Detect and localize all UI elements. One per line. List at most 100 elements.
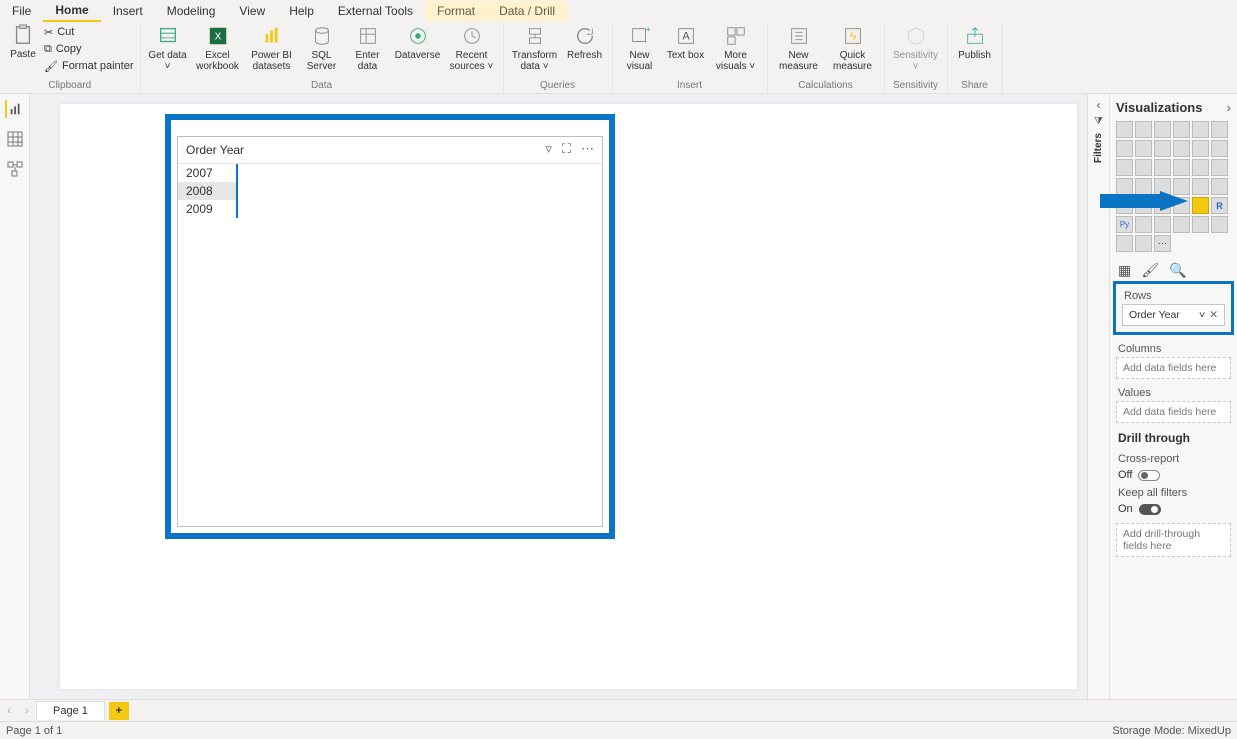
tab-home[interactable]: Home	[43, 0, 100, 22]
rows-field-chip[interactable]: Order Year ˅ ✕	[1122, 304, 1225, 326]
viz-ribbon[interactable]	[1211, 140, 1228, 157]
viz-clustered-column[interactable]	[1173, 121, 1190, 138]
keep-filters-toggle[interactable]	[1139, 504, 1161, 515]
remove-field-icon[interactable]: ✕	[1209, 309, 1218, 321]
tab-external-tools[interactable]: External Tools	[326, 1, 425, 21]
tab-view[interactable]: View	[227, 1, 277, 21]
viz-azure-map[interactable]	[1173, 178, 1190, 195]
viz-treemap[interactable]	[1211, 159, 1228, 176]
get-data-button[interactable]: Get data ˅	[147, 24, 189, 72]
sql-button[interactable]: SQL Server	[301, 24, 343, 72]
values-well[interactable]: Add data fields here	[1116, 401, 1231, 423]
paste-icon[interactable]	[12, 24, 34, 49]
viz-key-influencers[interactable]	[1135, 216, 1152, 233]
tab-format[interactable]: Format	[425, 1, 487, 21]
tab-insert[interactable]: Insert	[101, 1, 155, 21]
cut-button[interactable]: ✂Cut	[44, 24, 134, 40]
viz-line-clustered[interactable]	[1192, 140, 1209, 157]
viz-qna[interactable]	[1173, 216, 1190, 233]
excel-button[interactable]: XExcel workbook	[193, 24, 243, 72]
viz-line-stacked[interactable]	[1173, 140, 1190, 157]
viz-paginated[interactable]	[1211, 216, 1228, 233]
viz-pane-expand-icon[interactable]: ›	[1227, 100, 1231, 115]
new-visual-button[interactable]: +New visual	[619, 24, 661, 72]
viz-smart-narrative[interactable]	[1192, 216, 1209, 233]
matrix-visual-selected[interactable]: ▿ ⛶ ⋯ Order Year 2007 2008 2009	[165, 114, 615, 539]
data-view-button[interactable]	[6, 130, 24, 148]
viz-power-apps[interactable]	[1116, 235, 1133, 252]
copy-button[interactable]: ⧉Copy	[44, 41, 134, 57]
text-box-icon: A	[674, 24, 698, 48]
tab-help[interactable]: Help	[277, 1, 326, 21]
viz-stacked-area[interactable]	[1154, 140, 1171, 157]
report-view-button[interactable]	[5, 100, 23, 118]
add-page-button[interactable]: +	[109, 702, 129, 720]
text-box-button[interactable]: AText box	[665, 24, 707, 61]
report-canvas[interactable]: ▿ ⛶ ⋯ Order Year 2007 2008 2009	[60, 104, 1077, 689]
viz-100-bar[interactable]	[1192, 121, 1209, 138]
viz-decomp-tree[interactable]	[1154, 216, 1171, 233]
viz-py[interactable]: Py	[1116, 216, 1133, 233]
viz-pie[interactable]	[1173, 159, 1190, 176]
quick-measure-button[interactable]: Quick measure	[828, 24, 878, 72]
matrix-row[interactable]: 2008	[178, 182, 238, 200]
tab-file[interactable]: File	[0, 1, 43, 21]
refresh-button[interactable]: Refresh	[564, 24, 606, 61]
publish-button[interactable]: Publish	[954, 24, 996, 61]
matrix-row[interactable]: 2007	[178, 164, 238, 182]
sql-icon	[310, 24, 334, 48]
viz-gauge[interactable]	[1192, 178, 1209, 195]
page-next-button[interactable]: ›	[18, 705, 36, 717]
fields-tab-icon[interactable]: ▦	[1118, 262, 1131, 279]
viz-clustered-bar[interactable]	[1154, 121, 1171, 138]
viz-shape-map[interactable]	[1154, 178, 1171, 195]
visual-filter-icon[interactable]: ▿	[545, 141, 552, 157]
page-prev-button[interactable]: ‹	[0, 705, 18, 717]
page-tab-1[interactable]: Page 1	[36, 701, 105, 720]
model-view-button[interactable]	[6, 160, 24, 178]
viz-power-automate[interactable]	[1135, 235, 1152, 252]
viz-filled-map[interactable]	[1135, 178, 1152, 195]
visual-focus-icon[interactable]: ⛶	[562, 141, 571, 157]
chevron-down-icon[interactable]: ˅	[1199, 309, 1205, 321]
viz-get-more[interactable]: ⋯	[1154, 235, 1171, 252]
dataverse-button[interactable]: Dataverse	[393, 24, 443, 61]
cross-report-toggle[interactable]	[1138, 470, 1160, 481]
matrix-row[interactable]: 2009	[178, 200, 238, 218]
viz-line[interactable]	[1116, 140, 1133, 157]
more-visuals-button[interactable]: More visuals ˅	[711, 24, 761, 72]
viz-scatter[interactable]	[1154, 159, 1171, 176]
viz-stacked-column[interactable]	[1135, 121, 1152, 138]
viz-r[interactable]: R	[1211, 197, 1228, 214]
recent-sources-button[interactable]: Recent sources ˅	[447, 24, 497, 72]
tab-data-drill[interactable]: Data / Drill	[487, 1, 567, 21]
new-measure-button[interactable]: New measure	[774, 24, 824, 72]
sensitivity-button[interactable]: Sensitivity ˅	[891, 24, 941, 72]
tab-modeling[interactable]: Modeling	[155, 1, 228, 21]
visual-more-icon[interactable]: ⋯	[581, 141, 594, 157]
enter-data-button[interactable]: Enter data	[347, 24, 389, 72]
viz-waterfall[interactable]	[1116, 159, 1133, 176]
viz-map[interactable]	[1116, 178, 1133, 195]
matrix-visual[interactable]: ▿ ⛶ ⋯ Order Year 2007 2008 2009	[177, 136, 603, 527]
expand-filters-button[interactable]: ‹	[1097, 98, 1101, 112]
viz-100-column[interactable]	[1211, 121, 1228, 138]
viz-matrix[interactable]	[1192, 197, 1209, 214]
viz-card[interactable]	[1211, 178, 1228, 195]
format-painter-button[interactable]: 🖌Format painter	[44, 58, 134, 74]
canvas-area[interactable]: ▿ ⛶ ⋯ Order Year 2007 2008 2009	[30, 94, 1087, 699]
drill-through-well[interactable]: Add drill-through fields here	[1116, 523, 1231, 557]
viz-donut[interactable]	[1192, 159, 1209, 176]
viz-multi-card[interactable]	[1116, 197, 1133, 214]
pbi-datasets-button[interactable]: Power BI datasets	[247, 24, 297, 72]
viz-slicer[interactable]	[1154, 197, 1171, 214]
analytics-tab-icon[interactable]: 🔍	[1169, 262, 1186, 279]
viz-kpi[interactable]	[1135, 197, 1152, 214]
viz-area[interactable]	[1135, 140, 1152, 157]
columns-well[interactable]: Add data fields here	[1116, 357, 1231, 379]
transform-data-button[interactable]: Transform data ˅	[510, 24, 560, 72]
viz-stacked-bar[interactable]	[1116, 121, 1133, 138]
viz-table[interactable]	[1173, 197, 1190, 214]
viz-funnel[interactable]	[1135, 159, 1152, 176]
format-tab-icon[interactable]: 🖌	[1141, 262, 1159, 279]
